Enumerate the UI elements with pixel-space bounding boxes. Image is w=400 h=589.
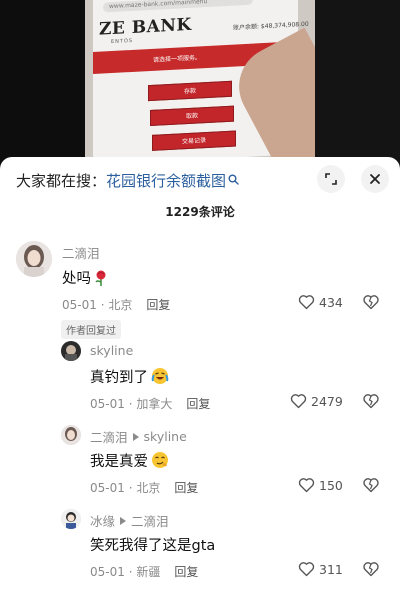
- like-count: 434: [319, 294, 343, 310]
- expand-icon: [325, 173, 337, 185]
- comment-location: 北京: [136, 481, 161, 495]
- deposit-button: 存款: [148, 80, 232, 102]
- close-button[interactable]: [361, 165, 389, 193]
- comment-location: 加拿大: [136, 397, 173, 411]
- comment-meta: 05-01 · 北京 回复: [90, 479, 199, 496]
- like-button[interactable]: 2479: [290, 393, 343, 409]
- reply-to-username[interactable]: 二滴泪: [131, 511, 169, 530]
- avatar[interactable]: [61, 341, 81, 361]
- close-icon: [370, 174, 380, 184]
- comment-date: 05-01: [62, 297, 97, 312]
- comment-text: 笑死我得了这是gta: [90, 538, 216, 554]
- comment-username[interactable]: skyline: [90, 343, 133, 358]
- dislike-button[interactable]: [362, 561, 380, 581]
- comment-date: 05-01: [90, 480, 125, 495]
- search-icon: [228, 171, 239, 185]
- heart-icon: [298, 295, 315, 310]
- reply-to-username[interactable]: skyline: [144, 429, 187, 444]
- bank-logo-text: ZE BANK: [99, 14, 192, 40]
- comment-username[interactable]: 二滴泪: [62, 243, 100, 262]
- video-letterbox-right: [315, 0, 400, 170]
- comment-text: 我是真爱: [90, 450, 169, 473]
- comment-text: 真钓到了: [90, 366, 169, 389]
- video-letterbox-left: [0, 0, 85, 170]
- smirk-emoji-icon: [151, 451, 169, 473]
- avatar[interactable]: [61, 425, 81, 445]
- comment-meta: 05-01 · 加拿大 回复: [90, 395, 211, 412]
- reply-button[interactable]: 回复: [174, 563, 198, 580]
- comment-count: 1229条评论: [165, 205, 235, 219]
- heart-icon: [298, 478, 315, 493]
- dislike-button[interactable]: [362, 393, 380, 413]
- service-banner-text: 请选择一项服务。: [153, 54, 202, 64]
- bank-logo-subtitle: ENTOS: [111, 37, 134, 46]
- crying-laughing-emoji-icon: [151, 367, 169, 389]
- reply-button[interactable]: 回复: [146, 296, 170, 313]
- like-button[interactable]: 150: [298, 477, 343, 493]
- comment-username[interactable]: 冰缘 二滴泪: [90, 511, 169, 530]
- like-count: 150: [319, 477, 343, 493]
- video-frame: www.maze-bank.com/mainmenu ZE BANK ENTOS…: [85, 0, 315, 170]
- comment-location: 北京: [108, 298, 133, 312]
- comments-panel: 大家都在搜： 花园银行余额截图 1229条评论 二滴泪 处吗 05-01 · 北…: [0, 157, 400, 589]
- browser-url-bar: www.maze-bank.com/mainmenu: [103, 0, 253, 13]
- related-search-label: 大家都在搜：: [16, 171, 107, 190]
- video-background[interactable]: www.maze-bank.com/mainmenu ZE BANK ENTOS…: [0, 0, 400, 170]
- broken-heart-icon: [363, 478, 379, 493]
- comment-username[interactable]: 二滴泪 skyline: [90, 427, 187, 446]
- like-button[interactable]: 434: [298, 294, 343, 310]
- transactions-button: 交易记录: [152, 130, 236, 151]
- reply-arrow-icon: [120, 516, 127, 525]
- heart-icon: [298, 562, 315, 577]
- avatar[interactable]: [16, 241, 52, 277]
- like-button[interactable]: 311: [298, 561, 343, 577]
- dislike-button[interactable]: [362, 294, 380, 314]
- account-balance: 账户余额: $48,374,908.00: [233, 20, 309, 32]
- reply-arrow-icon: [132, 432, 139, 441]
- heart-icon: [290, 394, 307, 409]
- avatar[interactable]: [61, 509, 81, 529]
- reply-button[interactable]: 回复: [174, 479, 198, 496]
- withdraw-button: 取款: [150, 105, 234, 127]
- broken-heart-icon: [363, 562, 379, 577]
- broken-heart-icon: [363, 295, 379, 310]
- like-count: 311: [319, 561, 343, 577]
- expand-button[interactable]: [317, 165, 345, 193]
- comment-meta: 05-01 · 北京 回复: [62, 296, 171, 313]
- rose-icon: [94, 270, 108, 290]
- broken-heart-icon: [363, 394, 379, 409]
- author-replied-tag: 作者回复过: [61, 320, 121, 339]
- comment-date: 05-01: [90, 396, 125, 411]
- comment-meta: 05-01 · 新疆 回复: [90, 563, 199, 580]
- like-count: 2479: [311, 393, 343, 409]
- comment-text: 处吗: [62, 267, 108, 290]
- related-search[interactable]: 大家都在搜： 花园银行余额截图: [16, 169, 239, 191]
- dislike-button[interactable]: [362, 477, 380, 497]
- comment-date: 05-01: [90, 564, 125, 579]
- related-search-term[interactable]: 花园银行余额截图: [106, 170, 226, 191]
- reply-button[interactable]: 回复: [186, 395, 210, 412]
- comment-location: 新疆: [136, 565, 161, 579]
